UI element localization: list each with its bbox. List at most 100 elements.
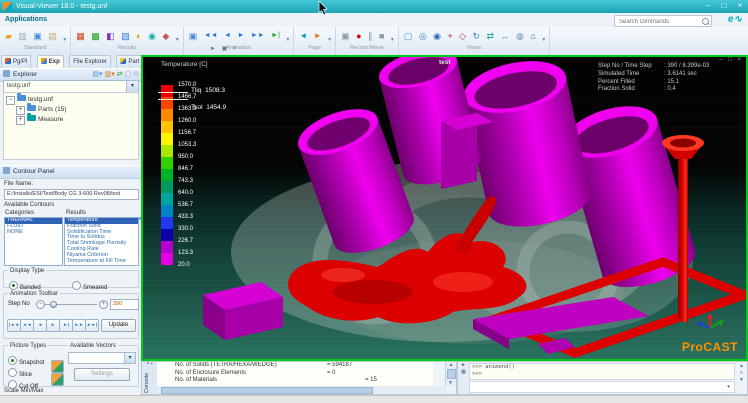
- standard-overflow-icon[interactable]: ▾: [63, 34, 66, 47]
- page-next-icon[interactable]: ►: [314, 29, 322, 43]
- page-prev-icon[interactable]: ◄: [299, 29, 307, 43]
- annotation-icon[interactable]: ◇: [459, 29, 466, 43]
- available-contours-label: Available Contours: [4, 202, 54, 208]
- copy-icon[interactable]: ▣: [33, 29, 42, 43]
- search-input[interactable]: [617, 16, 701, 27]
- anim-prev-icon[interactable]: ◄: [224, 29, 231, 43]
- cutoff-tool-icon[interactable]: [51, 373, 64, 386]
- minimize-button[interactable]: –: [700, 0, 716, 13]
- expand-icon[interactable]: +: [16, 106, 25, 115]
- probe-icon[interactable]: ◉: [148, 29, 156, 43]
- record-icon[interactable]: ●: [356, 29, 361, 43]
- console-pin-icon[interactable]: ▪: [151, 361, 153, 367]
- views-overflow-icon[interactable]: ▾: [542, 34, 545, 47]
- open-file-icon[interactable]: ▰: [5, 29, 12, 43]
- zoom-icon[interactable]: ◍: [516, 29, 524, 43]
- filter-icon[interactable]: ▤▾: [93, 71, 103, 78]
- python-output[interactable]: >>> animend() >>>: [469, 363, 735, 380]
- anim-last-button[interactable]: ►►|: [85, 319, 99, 332]
- console-vscrollbar[interactable]: ▲▼: [445, 362, 456, 386]
- slice-tool-icon[interactable]: [51, 360, 64, 373]
- stop-icon[interactable]: ■: [379, 29, 384, 43]
- anim-forward-button[interactable]: ►►: [72, 319, 86, 332]
- tree-item-parts[interactable]: +Parts (15): [16, 105, 67, 114]
- console-close-icon[interactable]: ×: [146, 361, 149, 367]
- vector-plot-icon[interactable]: ▨: [121, 29, 130, 43]
- console-hscrollbar[interactable]: [157, 386, 447, 393]
- anim-rewind-button[interactable]: ◄◄: [20, 319, 34, 332]
- combo-dropdown-icon[interactable]: ▾: [126, 81, 138, 92]
- refresh-icon[interactable]: ⇄: [117, 71, 123, 78]
- pause-icon[interactable]: ∥: [368, 29, 373, 43]
- paste-icon[interactable]: ▤: [48, 29, 57, 43]
- window-layout-icon[interactable]: ▢: [404, 29, 413, 43]
- info-row: Fraction Solid: 0.4: [598, 86, 743, 94]
- camera-icon[interactable]: ▣: [341, 29, 350, 43]
- legend-icon[interactable]: ◧: [106, 29, 115, 43]
- search-icon[interactable]: [702, 18, 709, 25]
- shaded-view-icon[interactable]: ◎: [419, 29, 427, 43]
- parts-folder-icon: [27, 105, 36, 111]
- panel-tabs: Pg/Pl Exp File Explorer Part: [0, 55, 141, 69]
- anim-play-icon[interactable]: ►: [237, 29, 244, 43]
- step-value-field[interactable]: 390: [110, 299, 139, 310]
- collapse-icon[interactable]: −: [6, 96, 15, 105]
- maximize-button[interactable]: □: [716, 0, 732, 13]
- rotate-icon[interactable]: ↻: [473, 29, 481, 43]
- console-output[interactable]: No. of Solids (TETRA/HEXA/WEDGE)= 594187…: [157, 362, 433, 386]
- python-scrollbar[interactable]: ▲≡▼: [737, 363, 746, 393]
- anim-next-button[interactable]: ►|: [59, 319, 73, 332]
- viewport-3d[interactable]: Temperature [C] 1570.0 1466.7 1363.3 126…: [141, 55, 748, 361]
- record-overflow-icon[interactable]: ▾: [391, 34, 394, 47]
- vectors-dropdown-icon[interactable]: ▾: [124, 353, 135, 363]
- pane-dock-controls[interactable]: ► ▣ ×: [210, 45, 238, 52]
- cut-icon[interactable]: ▥: [18, 29, 27, 43]
- category-none[interactable]: NONE: [5, 230, 62, 236]
- new-page-icon[interactable]: ▢: [125, 71, 132, 78]
- wizard-icon[interactable]: ◆: [162, 29, 169, 43]
- model-3d[interactable]: [143, 57, 746, 359]
- anim-next-icon[interactable]: ►►: [251, 29, 265, 43]
- animation-overflow-icon[interactable]: ▾: [286, 34, 289, 47]
- move-icon[interactable]: ↔: [501, 29, 510, 43]
- expand-icon[interactable]: +: [16, 116, 25, 125]
- wireframe-view-icon[interactable]: ◉: [433, 29, 441, 43]
- contour-icon[interactable]: ▦: [76, 29, 85, 43]
- tab-file-explorer[interactable]: File Explorer: [69, 55, 111, 68]
- anim-prev-button[interactable]: ◄: [33, 319, 47, 332]
- result-temperature-at-fill-time[interactable]: Temperature at Fill Time: [65, 259, 138, 265]
- python-input[interactable]: ▾: [469, 381, 735, 393]
- pan-icon[interactable]: ⇄: [487, 29, 495, 43]
- cut-plane-icon[interactable]: ◐: [136, 29, 141, 43]
- close-button[interactable]: ×: [732, 0, 748, 13]
- vectors-combo[interactable]: ▾: [68, 352, 136, 364]
- fit-view-icon[interactable]: ⌂: [530, 29, 535, 43]
- page-overflow-icon[interactable]: ▾: [328, 34, 331, 47]
- step-decrement-icon[interactable]: −: [36, 300, 45, 309]
- anim-first-icon[interactable]: ◄◄: [204, 29, 218, 43]
- anim-play-button[interactable]: ►: [46, 319, 60, 332]
- tab-pgpl[interactable]: Pg/Pl: [1, 55, 31, 68]
- console-tab[interactable]: × ▪ Console: [142, 362, 158, 394]
- update-button[interactable]: Update: [101, 319, 136, 332]
- python-input-dropdown-icon[interactable]: ▾: [724, 383, 733, 391]
- file-name-field[interactable]: E:/Installs/ESI/Test/Body CG 3-600 Rev08…: [4, 189, 139, 200]
- anim-export-icon[interactable]: ►|: [271, 29, 280, 43]
- options-icon[interactable]: ⊙: [133, 71, 139, 78]
- step-increment-icon[interactable]: +: [99, 300, 108, 309]
- settings-button[interactable]: Settings: [74, 368, 130, 381]
- anim-first-button[interactable]: |◄◄: [7, 319, 21, 332]
- legend-tick-label: 950.0: [178, 153, 212, 161]
- scale-minmax-label: Scale Min/Max: [4, 388, 43, 394]
- step-slider-thumb[interactable]: [50, 301, 57, 308]
- tab-part[interactable]: Part: [116, 55, 143, 68]
- radio-smeared[interactable]: Smeared: [72, 276, 107, 294]
- sort-icon[interactable]: ▥▾: [105, 71, 115, 78]
- tab-exp[interactable]: Exp: [37, 55, 64, 68]
- results-overflow-icon[interactable]: ▾: [176, 34, 179, 47]
- animation-setup-icon[interactable]: ▣: [189, 29, 198, 43]
- axis-icon[interactable]: +: [447, 29, 452, 43]
- tree-item-measure[interactable]: +Measure: [16, 115, 63, 124]
- banded-contour-icon[interactable]: ▩: [91, 29, 100, 43]
- legend-tick-label: 743.3: [178, 177, 212, 185]
